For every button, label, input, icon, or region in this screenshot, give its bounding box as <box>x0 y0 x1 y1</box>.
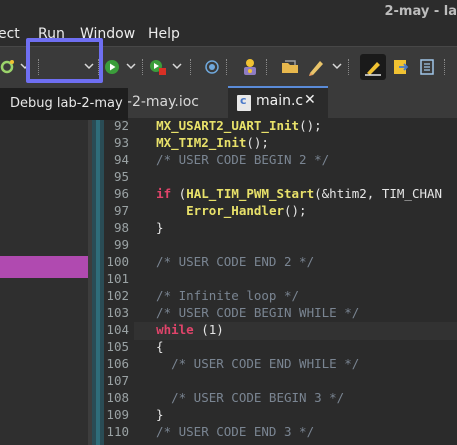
code-line[interactable]: } <box>141 407 457 425</box>
tab-ioc-file[interactable]: b-2-may.ioc <box>118 94 199 110</box>
line-number: 102 <box>106 288 129 303</box>
line-number: 95 <box>113 169 129 184</box>
mark-occurrences-icon[interactable] <box>360 54 386 80</box>
device-config-icon[interactable] <box>240 56 260 78</box>
toolbar-separator <box>142 59 145 75</box>
debug-tooltip: Debug lab-2-may <box>0 88 128 120</box>
line-number: 110 <box>106 424 129 439</box>
code-line[interactable]: } <box>141 220 457 238</box>
toolbar-separator <box>190 59 193 75</box>
line-number: 103 <box>106 305 129 320</box>
line-number: 97 <box>113 203 129 218</box>
code-line[interactable]: MX_USART2_UART_Init(); <box>141 118 457 136</box>
code-line[interactable]: /* USER CODE END 3 */ <box>141 424 457 442</box>
code-line[interactable] <box>141 373 457 391</box>
code-line[interactable] <box>141 169 457 187</box>
selected-item[interactable] <box>0 256 88 278</box>
line-number: 109 <box>106 407 129 422</box>
tab-main-c-label: main.c <box>256 93 304 109</box>
debug-button-highlight <box>26 38 103 83</box>
code-line[interactable]: /* USER CODE BEGIN 2 */ <box>141 152 457 170</box>
chevron-down-icon[interactable] <box>124 59 138 73</box>
code-line[interactable]: Error_Handler(); <box>141 203 457 221</box>
code-line[interactable]: { <box>141 339 457 357</box>
c-file-icon <box>237 94 251 111</box>
chevron-down-icon[interactable] <box>330 59 344 73</box>
code-line[interactable]: while (1) <box>141 322 457 340</box>
line-number: 96 <box>113 186 129 201</box>
line-number: 101 <box>106 271 129 286</box>
line-number: 107 <box>106 373 129 388</box>
toolbar-separator <box>348 59 351 75</box>
menu-help[interactable]: Help <box>148 26 180 42</box>
title-bar: 2-may - la <box>0 0 457 24</box>
code-line[interactable] <box>141 271 457 289</box>
edit-icon[interactable] <box>306 56 326 78</box>
view-icon[interactable] <box>418 56 436 78</box>
target-icon[interactable] <box>204 56 220 78</box>
code-line[interactable]: if (HAL_TIM_PWM_Start(&htim2, TIM_CHAN <box>141 186 457 204</box>
line-number: 92 <box>113 118 129 133</box>
next-annotation-icon[interactable] <box>392 56 410 78</box>
chevron-down-icon[interactable] <box>170 59 184 73</box>
menu-project[interactable]: ect <box>0 26 20 42</box>
toolbar-separator <box>266 59 269 75</box>
code-line[interactable]: /* USER CODE BEGIN 3 */ <box>141 390 457 408</box>
open-folder-icon[interactable] <box>280 56 300 78</box>
line-number: 94 <box>113 152 129 167</box>
run-icon[interactable] <box>104 56 120 78</box>
code-line[interactable] <box>141 237 457 255</box>
close-icon[interactable]: ✕ <box>304 92 316 108</box>
line-number: 104 <box>106 322 129 337</box>
window-title: 2-may - la <box>384 4 457 19</box>
line-number: 98 <box>113 220 129 235</box>
toolbar-separator <box>226 59 229 75</box>
line-number: 108 <box>106 390 129 405</box>
code-line[interactable]: /* Infinite loop */ <box>141 288 457 306</box>
code-line[interactable]: MX_TIM2_Init(); <box>141 135 457 153</box>
line-number: 105 <box>106 339 129 354</box>
tab-main-c[interactable]: main.c ✕ <box>228 86 328 118</box>
code-line[interactable]: /* USER CODE END WHILE */ <box>141 356 457 374</box>
code-line[interactable]: /* USER CODE END 2 */ <box>141 254 457 272</box>
line-number: 93 <box>113 135 129 150</box>
stop-run-icon[interactable] <box>148 56 168 78</box>
line-number: 100 <box>106 254 129 269</box>
code-line[interactable]: /* USER CODE BEGIN WHILE */ <box>141 305 457 323</box>
line-number: 106 <box>106 356 129 371</box>
line-number: 99 <box>113 237 129 252</box>
project-explorer-panel <box>0 118 88 445</box>
toolbar-separator <box>444 59 447 75</box>
build-icon[interactable] <box>0 56 16 78</box>
